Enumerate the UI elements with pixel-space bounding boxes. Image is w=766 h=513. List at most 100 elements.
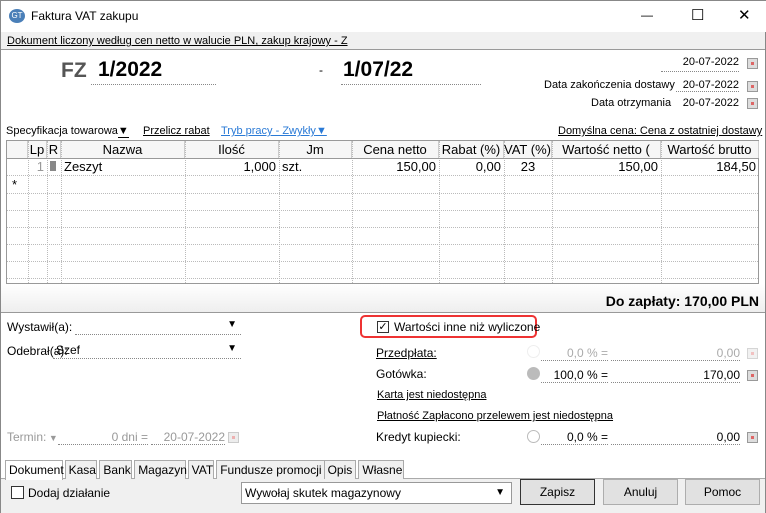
doc-info-link[interactable]: Dokument liczony według cen netto w walu… (7, 35, 348, 47)
row-divider (7, 193, 758, 194)
term-date-field[interactable]: 20-07-2022 (151, 430, 225, 445)
default-price-link[interactable]: Domyślna cena: Cena z ostatniej dostawy (558, 125, 762, 137)
chevron-down-icon: ▼ (495, 487, 505, 498)
spec-dropdown[interactable]: Specyfikacja towarowa▼ (6, 125, 129, 138)
close-button[interactable]: ✕ (738, 6, 751, 24)
window-title: Faktura VAT zakupu (31, 9, 139, 23)
row-marker-icon[interactable] (50, 158, 58, 175)
issued-label: Wystawił(a): (7, 320, 73, 334)
cell-discount[interactable]: 0,00 (442, 158, 501, 175)
col-header[interactable]: VAT (%) (504, 141, 552, 158)
prepay-value[interactable]: 0,00 (611, 346, 740, 361)
add-action-checkbox[interactable] (11, 486, 24, 499)
work-mode-dropdown[interactable]: Tryb pracy - Zwykły▼ (221, 125, 327, 137)
col-header[interactable]: Wartość brutto (661, 141, 759, 158)
credit-label: Kredyt kupiecki: (376, 430, 461, 444)
calculator-icon[interactable] (747, 370, 758, 381)
tab-1[interactable]: Kasa (64, 460, 98, 479)
recalc-discount-link[interactable]: Przelicz rabat (143, 125, 210, 137)
cancel-button[interactable]: Anuluj (603, 479, 678, 505)
credit-radio[interactable] (527, 430, 540, 443)
doc-number-input[interactable]: 1/2022 (91, 57, 216, 85)
col-header[interactable]: Lp (28, 141, 47, 158)
cash-pct[interactable]: 100,0 % = (541, 368, 608, 383)
col-header[interactable]: Rabat (%) (439, 141, 504, 158)
new-row-marker: * (12, 177, 18, 192)
cash-radio[interactable] (527, 367, 540, 380)
cell-price[interactable]: 150,00 (355, 158, 436, 175)
row-divider (7, 210, 758, 211)
minimize-button[interactable]: — (641, 8, 653, 22)
tab-5[interactable]: Fundusze promocji (216, 460, 330, 479)
calculator-icon[interactable] (747, 432, 758, 443)
row-divider (7, 261, 758, 262)
col-header[interactable]: Nazwa (61, 141, 185, 158)
cell-vat[interactable]: 23 (507, 158, 549, 175)
items-table[interactable]: Lp R Nazwa Ilość Jm Cena netto Rabat (%) VAT (%… (6, 140, 759, 284)
chevron-down-icon: ▼ (117, 125, 129, 138)
title-bar: GT Faktura VAT zakupu — ☐ ✕ (1, 1, 766, 32)
prepay-pct[interactable]: 0,0 % = (541, 346, 608, 361)
credit-pct[interactable]: 0,0 % = (541, 430, 608, 445)
col-header[interactable]: Ilość (185, 141, 279, 158)
col-header-blank (7, 141, 28, 158)
cell-lp[interactable]: 1 (31, 158, 44, 175)
doc-suffix-field[interactable]: 1/07/22 (341, 57, 481, 85)
term-label: Termin: (7, 430, 47, 444)
date-delivery-field[interactable]: 20-07-2022 (676, 79, 739, 92)
invoice-window: GT Faktura VAT zakupu — ☐ ✕ Dokument lic… (0, 0, 766, 513)
col-header[interactable]: R (47, 141, 61, 158)
credit-value[interactable]: 0,00 (611, 430, 740, 445)
prepay-radio[interactable] (527, 345, 540, 358)
prepay-link[interactable]: Przedpłata: (376, 346, 437, 360)
help-button[interactable]: Pomoc (685, 479, 760, 505)
col-header[interactable]: Jm (279, 141, 352, 158)
save-button[interactable]: Zapisz (520, 479, 595, 505)
cash-value[interactable]: 170,00 (611, 368, 740, 383)
tab-4[interactable]: VAT (187, 460, 215, 479)
warehouse-value: Wywołaj skutek magazynowy (245, 486, 401, 500)
tab-7[interactable]: Własne (358, 460, 404, 479)
chevron-down-icon: ▼ (315, 125, 327, 137)
cell-net[interactable]: 150,00 (555, 158, 658, 175)
doc-number: 1/2022 (98, 58, 163, 81)
maximize-button[interactable]: ☐ (691, 6, 704, 24)
tab-3[interactable]: Magazyn (134, 460, 187, 479)
row-divider (7, 227, 758, 228)
override-label: Wartości inne niż wyliczone (394, 320, 541, 334)
warehouse-dropdown[interactable]: Wywołaj skutek magazynowy ▼ (241, 482, 512, 504)
date-delivery-label: Data zakończenia dostawy (544, 79, 675, 91)
chevron-down-icon: ▼ (227, 343, 237, 354)
issued-dropdown[interactable]: ▼ (75, 319, 241, 335)
doc-prefix: FZ (61, 59, 87, 82)
add-action-label: Dodaj działanie (28, 486, 111, 500)
calendar-icon[interactable] (228, 432, 239, 443)
calendar-icon[interactable] (747, 81, 758, 92)
chevron-down-icon: ▼ (227, 319, 237, 330)
tab-2[interactable]: Bank (99, 460, 133, 479)
received-dropdown[interactable]: Szef ▼ (53, 343, 241, 359)
spec-label: Specyfikacja towarowa (6, 125, 118, 137)
cell-name[interactable]: Zeszyt (64, 158, 182, 175)
doc-suffix: 1/07/22 (343, 58, 414, 81)
cash-label: Gotówka: (376, 367, 427, 381)
transfer-link[interactable]: Płatność Zapłacono przelewem jest niedos… (377, 410, 613, 422)
date-issue-field[interactable]: 20-07-2022 (661, 56, 739, 72)
calculator-icon[interactable] (747, 348, 758, 359)
cell-unit[interactable]: szt. (282, 158, 349, 175)
cell-gross[interactable]: 184,50 (664, 158, 756, 175)
calendar-icon[interactable] (747, 98, 758, 109)
term-dropdown[interactable]: Termin: ▼ (7, 430, 58, 444)
col-header[interactable]: Wartość netto ( (552, 141, 661, 158)
received-value: Szef (56, 343, 81, 357)
col-header[interactable]: Cena netto (352, 141, 439, 158)
override-checkbox[interactable]: ✓ (377, 321, 389, 333)
tab-6[interactable]: Opis (323, 460, 357, 479)
calendar-icon[interactable] (747, 58, 758, 69)
row-divider (7, 278, 758, 279)
term-days-field[interactable]: 0 dni = (58, 430, 148, 445)
card-link[interactable]: Karta jest niedostępna (377, 389, 486, 401)
cell-qty[interactable]: 1,000 (188, 158, 276, 175)
date-received-field[interactable]: 20-07-2022 (676, 97, 739, 109)
tab-0[interactable]: Dokument (5, 460, 64, 480)
